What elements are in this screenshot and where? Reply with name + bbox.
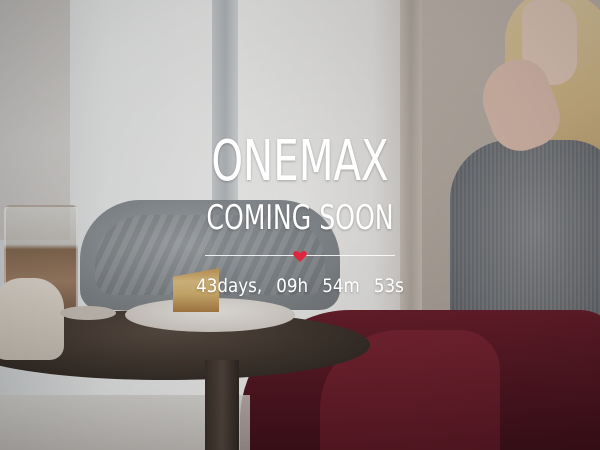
countdown-timer: 43 days, 09 h 54 m 53 s <box>168 274 432 298</box>
hero-content: ONEMAX COMING SOON 43 days, 09 h 54 m 53 s <box>150 128 450 298</box>
countdown-hours-value: 09 <box>276 275 298 297</box>
countdown-minutes-label: m <box>343 275 360 297</box>
countdown-seconds: 53 s <box>374 274 404 298</box>
divider <box>205 248 395 264</box>
countdown-minutes-value: 54 <box>322 275 344 297</box>
countdown-seconds-value: 53 <box>373 275 396 297</box>
countdown-days-value: 43 <box>196 275 218 297</box>
coming-soon-page: ONEMAX COMING SOON 43 days, 09 h 54 m 53 s <box>0 0 600 450</box>
countdown-seconds-label: s <box>395 275 404 297</box>
countdown-hours-label: h <box>297 275 309 297</box>
countdown-hours: 09 h <box>276 274 308 298</box>
heart-icon <box>293 250 307 262</box>
countdown-days-label: days, <box>217 275 263 297</box>
coming-soon-heading: COMING SOON <box>206 198 394 238</box>
brand-title: ONEMAX <box>211 129 389 194</box>
countdown-days: 43 days, <box>196 274 262 298</box>
countdown-minutes: 54 m <box>322 274 360 298</box>
